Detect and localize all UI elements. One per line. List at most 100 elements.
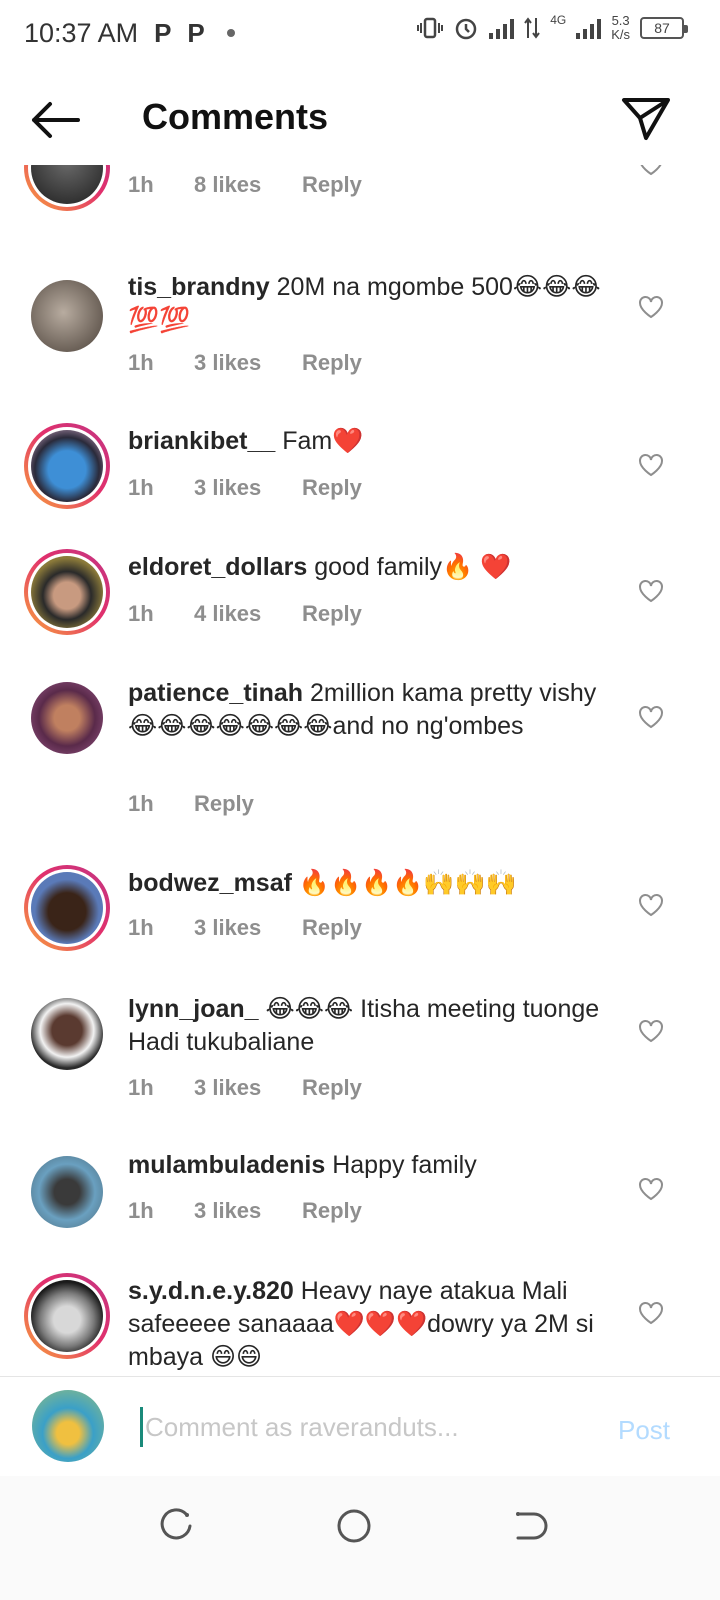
heart-icon[interactable] bbox=[638, 1019, 664, 1043]
comments-list[interactable]: 1h 8 likes Reply tis_brandny 20M na mgom… bbox=[0, 165, 720, 1405]
avatar[interactable] bbox=[24, 865, 110, 951]
avatar bbox=[32, 1390, 104, 1462]
heart-icon[interactable] bbox=[638, 579, 664, 603]
comment-time: 1h bbox=[128, 791, 154, 816]
arrow-left-icon[interactable] bbox=[26, 98, 82, 142]
avatar[interactable] bbox=[24, 423, 110, 509]
alarm-icon bbox=[455, 18, 477, 40]
header: Comments bbox=[0, 80, 720, 160]
avatar[interactable] bbox=[24, 991, 110, 1077]
comment-time: 1h bbox=[128, 601, 154, 626]
reply-button[interactable]: Reply bbox=[194, 791, 254, 817]
comment-meta: 1h 3 likes Reply bbox=[128, 350, 362, 376]
signal-icon-2 bbox=[576, 17, 602, 39]
avatar-image bbox=[31, 280, 103, 352]
data-transfer-icon bbox=[524, 17, 540, 39]
comment-username[interactable]: patience_tinah bbox=[128, 679, 303, 707]
comment-likes[interactable]: 3 likes bbox=[194, 475, 302, 501]
comment-time: 1h bbox=[128, 350, 154, 375]
avatar-image bbox=[31, 682, 103, 754]
page-title: Comments bbox=[142, 96, 329, 137]
comment-body: Happy family bbox=[332, 1151, 477, 1179]
comment-username[interactable]: eldoret_dollars bbox=[128, 553, 307, 581]
avatar-image bbox=[31, 556, 103, 628]
signal-icon bbox=[489, 17, 515, 39]
heart-icon[interactable] bbox=[638, 1301, 664, 1325]
avatar-image bbox=[31, 165, 103, 204]
comment-input[interactable] bbox=[140, 1407, 580, 1447]
comment-time: 1h bbox=[128, 1075, 154, 1100]
comment-body: good family🔥 ❤️ bbox=[314, 553, 512, 581]
comment-likes[interactable]: 3 likes bbox=[194, 1198, 302, 1224]
post-button[interactable]: Post bbox=[618, 1415, 670, 1446]
comment-meta: 1h 4 likes Reply bbox=[128, 601, 362, 627]
comment-body: Fam❤️ bbox=[282, 427, 364, 455]
heart-icon[interactable] bbox=[638, 1177, 664, 1201]
comment-meta: 1h 3 likes Reply bbox=[128, 915, 362, 941]
avatar[interactable] bbox=[24, 273, 110, 359]
comment-username[interactable]: s.y.d.n.e.y.820 bbox=[128, 1277, 294, 1305]
comment-composer: Post bbox=[0, 1376, 720, 1476]
net-speed-unit: K/s bbox=[611, 27, 630, 42]
reply-button[interactable]: Reply bbox=[302, 601, 362, 627]
system-nav-bar bbox=[0, 1476, 720, 1600]
recent-apps-icon[interactable] bbox=[156, 1506, 196, 1546]
avatar-image bbox=[31, 430, 103, 502]
comment-username[interactable]: lynn_joan_ bbox=[128, 995, 259, 1023]
comment-time: 1h bbox=[128, 1198, 154, 1223]
comment-likes[interactable]: 3 likes bbox=[194, 915, 302, 941]
heart-icon[interactable] bbox=[638, 165, 664, 176]
avatar-image bbox=[31, 872, 103, 944]
avatar[interactable] bbox=[24, 675, 110, 761]
comment-likes[interactable]: 8 likes bbox=[194, 172, 302, 198]
reply-button[interactable]: Reply bbox=[302, 915, 362, 941]
vibrate-icon bbox=[417, 17, 444, 39]
avatar[interactable] bbox=[24, 1149, 110, 1235]
comment-time: 1h bbox=[128, 915, 154, 940]
comment-likes[interactable]: 3 likes bbox=[194, 350, 302, 376]
comment-text: s.y.d.n.e.y.820 Heavy naye atakua Mali s… bbox=[128, 1275, 618, 1374]
comment-username[interactable]: tis_brandny bbox=[128, 273, 270, 301]
comment-meta: 1h 3 likes Reply bbox=[128, 1198, 362, 1224]
avatar[interactable] bbox=[24, 549, 110, 635]
avatar-image bbox=[31, 1156, 103, 1228]
status-bar: 10:37 AM P P 4G 5.3 K/s 87 bbox=[0, 0, 720, 66]
reply-button[interactable]: Reply bbox=[302, 1198, 362, 1224]
comment-username[interactable]: mulambuladenis bbox=[128, 1151, 325, 1179]
notification-p-icon: P bbox=[187, 17, 205, 48]
avatar-image bbox=[31, 1280, 103, 1352]
avatar[interactable] bbox=[24, 1273, 110, 1359]
avatar-image bbox=[31, 998, 103, 1070]
comment-text: lynn_joan_ 😂😂😂 Itisha meeting tuonge Had… bbox=[128, 993, 618, 1059]
send-icon[interactable] bbox=[620, 94, 672, 142]
notification-dot-icon bbox=[226, 29, 235, 37]
reply-button[interactable]: Reply bbox=[302, 475, 362, 501]
comment-text: eldoret_dollars good family🔥 ❤️ bbox=[128, 551, 618, 584]
heart-icon[interactable] bbox=[638, 453, 664, 477]
back-nav-icon[interactable] bbox=[510, 1506, 550, 1546]
comment-likes[interactable]: 3 likes bbox=[194, 1075, 302, 1101]
home-icon[interactable] bbox=[334, 1506, 374, 1546]
comment-time: 1h bbox=[128, 475, 154, 500]
reply-button[interactable]: Reply bbox=[302, 350, 362, 376]
comment-username[interactable]: briankibet__ bbox=[128, 427, 275, 455]
comment-body: 🔥🔥🔥🔥🙌🙌🙌 bbox=[298, 869, 517, 897]
comment-text: mulambuladenis Happy family bbox=[128, 1149, 618, 1182]
comment-likes[interactable]: 4 likes bbox=[194, 601, 302, 627]
comment-meta: 1h 8 likes Reply bbox=[128, 172, 362, 198]
comment-meta: 1h 3 likes Reply bbox=[128, 1075, 362, 1101]
comment-meta: 1h 3 likes Reply bbox=[128, 475, 362, 501]
reply-button[interactable]: Reply bbox=[302, 1075, 362, 1101]
avatar[interactable] bbox=[24, 165, 110, 211]
comment-text: briankibet__ Fam❤️ bbox=[128, 425, 618, 458]
comment-time: 1h bbox=[128, 172, 154, 197]
heart-icon[interactable] bbox=[638, 295, 664, 319]
battery-level: 87 bbox=[654, 20, 670, 36]
heart-icon[interactable] bbox=[638, 705, 664, 729]
heart-icon[interactable] bbox=[638, 893, 664, 917]
net-speed: 5.3 K/s bbox=[611, 14, 630, 42]
comment-text: tis_brandny 20M na mgombe 500😂😂😂💯💯 bbox=[128, 271, 618, 337]
network-type: 4G bbox=[550, 13, 567, 27]
reply-button[interactable]: Reply bbox=[302, 172, 362, 198]
comment-username[interactable]: bodwez_msaf bbox=[128, 869, 292, 897]
